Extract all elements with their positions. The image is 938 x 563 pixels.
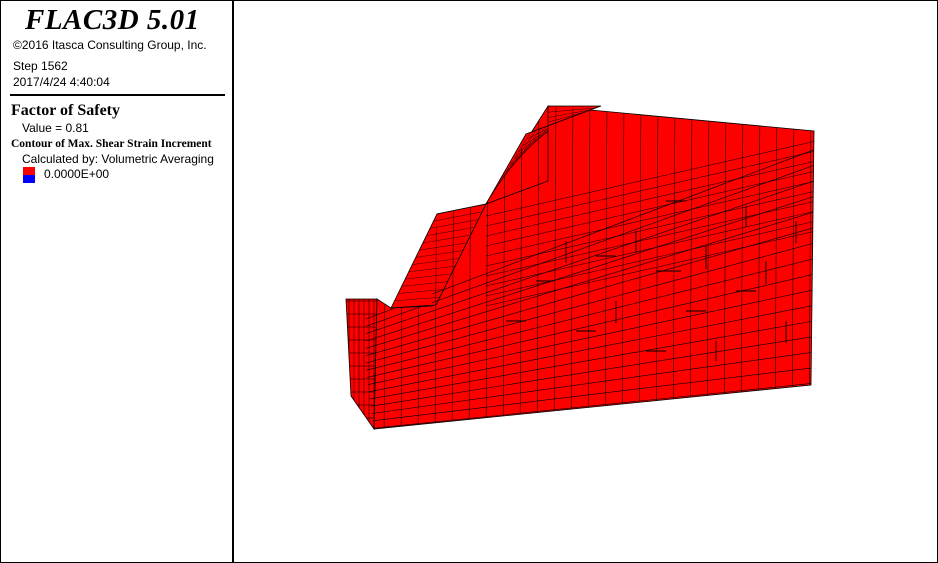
slope-model (345, 105, 815, 431)
factor-of-safety-title: Factor of Safety (11, 102, 120, 119)
legend-swatch-blue (23, 175, 35, 183)
legend-swatch-red (23, 167, 35, 175)
legend-divider (10, 94, 225, 96)
calculated-by-text: Calculated by: Volumetric Averaging (22, 152, 214, 166)
app-title: FLAC3D 5.01 (25, 4, 200, 36)
contour-title: Contour of Max. Shear Strain Increment (11, 138, 212, 150)
legend-scale-value: 0.0000E+00 (44, 167, 110, 181)
copyright-text: ©2016 Itasca Consulting Group, Inc. (13, 38, 207, 52)
step-text: Step 1562 (13, 59, 68, 73)
factor-of-safety-value: Value = 0.81 (22, 121, 89, 135)
legend-panel: FLAC3D 5.01 ©2016 Itasca Consulting Grou… (1, 1, 234, 562)
timestamp-text: 2017/4/24 4:40:04 (13, 75, 110, 89)
model-side-face (345, 298, 378, 431)
plot-window: FLAC3D 5.01 ©2016 Itasca Consulting Grou… (0, 0, 938, 563)
model-viewport[interactable] (236, 1, 938, 562)
